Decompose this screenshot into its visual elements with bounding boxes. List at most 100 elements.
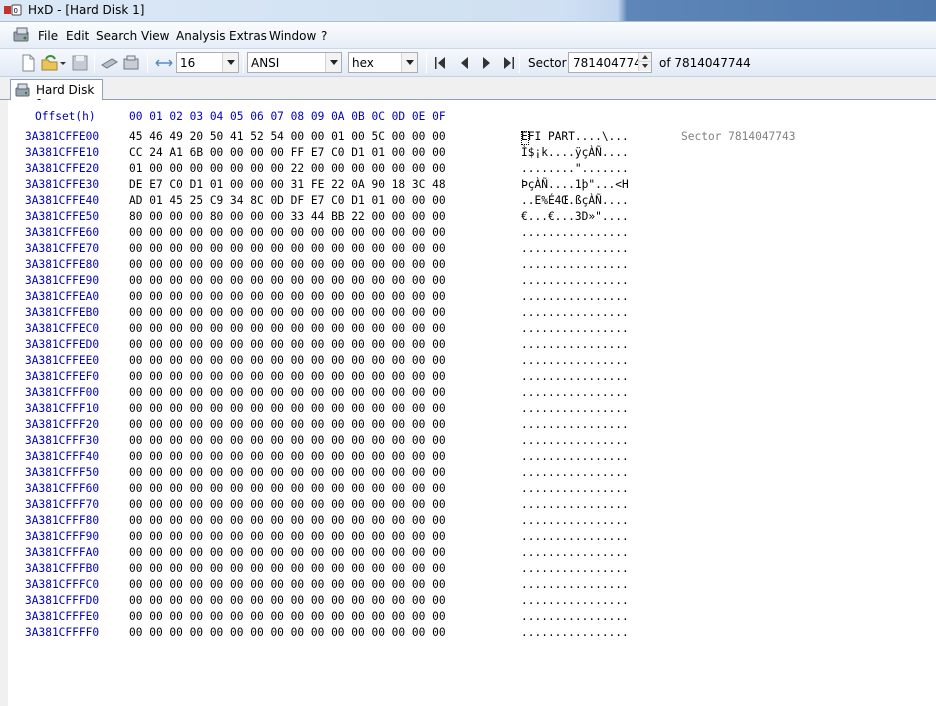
row-text[interactable]: ................ xyxy=(521,514,629,527)
open-dropdown-icon[interactable] xyxy=(58,53,68,73)
row-text[interactable]: ................ xyxy=(521,290,629,303)
offset-base-select[interactable]: hex xyxy=(348,52,418,73)
row-hex-bytes[interactable]: 00 00 00 00 00 00 00 00 00 00 00 00 00 0… xyxy=(129,306,446,319)
row-text[interactable]: ................ xyxy=(521,530,629,543)
hex-row[interactable]: 3A381CFFFF0 00 00 00 00 00 00 00 00 00 00… xyxy=(0,626,700,642)
row-text[interactable]: ................ xyxy=(521,466,629,479)
row-hex-bytes[interactable]: 00 00 00 00 00 00 00 00 00 00 00 00 00 0… xyxy=(129,242,446,255)
row-hex-bytes[interactable]: 00 00 00 00 00 00 00 00 00 00 00 00 00 0… xyxy=(129,530,446,543)
hex-row[interactable]: 3A381CFFF20 00 00 00 00 00 00 00 00 00 00… xyxy=(0,418,700,434)
row-hex-bytes[interactable]: 00 00 00 00 00 00 00 00 00 00 00 00 00 0… xyxy=(129,322,446,335)
open-disk-icon[interactable] xyxy=(99,53,119,73)
hex-row[interactable]: 3A381CFFFD0 00 00 00 00 00 00 00 00 00 00… xyxy=(0,594,700,610)
hex-row[interactable]: 3A381CFFEA0 00 00 00 00 00 00 00 00 00 00… xyxy=(0,290,700,306)
row-hex-bytes[interactable]: AD 01 45 25 C9 34 8C 0D DF E7 C0 D1 01 0… xyxy=(129,194,446,207)
row-hex-bytes[interactable]: 00 00 00 00 00 00 00 00 00 00 00 00 00 0… xyxy=(129,610,446,623)
row-hex-bytes[interactable]: 00 00 00 00 00 00 00 00 00 00 00 00 00 0… xyxy=(129,626,446,639)
row-text[interactable]: ................ xyxy=(521,450,629,463)
row-hex-bytes[interactable]: 00 00 00 00 00 00 00 00 00 00 00 00 00 0… xyxy=(129,578,446,591)
row-offset[interactable]: 3A381CFFFC0 xyxy=(25,578,99,591)
row-offset[interactable]: 3A381CFFFF0 xyxy=(25,626,99,639)
row-text[interactable]: ................ xyxy=(521,258,629,271)
row-text[interactable]: ÞçÀÑ....1þ"...<H xyxy=(521,178,629,191)
row-hex-bytes[interactable]: 45 46 49 20 50 41 52 54 00 00 01 00 5C 0… xyxy=(129,130,446,143)
hex-row[interactable]: 3A381CFFE40 AD 01 45 25 C9 34 8C 0D DF E7… xyxy=(0,194,700,210)
last-sector-icon[interactable] xyxy=(502,55,516,71)
hex-row[interactable]: 3A381CFFF30 00 00 00 00 00 00 00 00 00 00… xyxy=(0,434,700,450)
hex-row[interactable]: 3A381CFFEE0 00 00 00 00 00 00 00 00 00 00… xyxy=(0,354,700,370)
disk-document-icon[interactable] xyxy=(12,26,32,44)
row-offset[interactable]: 3A381CFFE80 xyxy=(25,258,99,271)
row-hex-bytes[interactable]: 00 00 00 00 00 00 00 00 00 00 00 00 00 0… xyxy=(129,482,446,495)
save-icon[interactable] xyxy=(70,53,90,73)
row-text[interactable]: ................ xyxy=(521,434,629,447)
hex-row[interactable]: 3A381CFFF40 00 00 00 00 00 00 00 00 00 00… xyxy=(0,450,700,466)
new-file-icon[interactable] xyxy=(18,53,38,73)
hex-row[interactable]: 3A381CFFE70 00 00 00 00 00 00 00 00 00 00… xyxy=(0,242,700,258)
title-bar[interactable]: 0 HxD - [Hard Disk 1] xyxy=(0,0,936,22)
row-offset[interactable]: 3A381CFFEF0 xyxy=(25,370,99,383)
row-offset[interactable]: 3A381CFFE40 xyxy=(25,194,99,207)
menu-edit[interactable]: Edit xyxy=(66,29,89,43)
row-offset[interactable]: 3A381CFFF30 xyxy=(25,434,99,447)
menu-file[interactable]: File xyxy=(38,29,58,43)
row-text[interactable]: Ì$¡k....ÿçÀÑ.... xyxy=(521,146,629,159)
row-hex-bytes[interactable]: 00 00 00 00 00 00 00 00 00 00 00 00 00 0… xyxy=(129,258,446,271)
row-hex-bytes[interactable]: 00 00 00 00 00 00 00 00 00 00 00 00 00 0… xyxy=(129,402,446,415)
row-hex-bytes[interactable]: 00 00 00 00 00 00 00 00 00 00 00 00 00 0… xyxy=(129,226,446,239)
hex-row[interactable]: 3A381CFFF00 00 00 00 00 00 00 00 00 00 00… xyxy=(0,386,700,402)
row-text[interactable]: ................ xyxy=(521,418,629,431)
row-hex-bytes[interactable]: 00 00 00 00 00 00 00 00 00 00 00 00 00 0… xyxy=(129,466,446,479)
row-offset[interactable]: 3A381CFFFA0 xyxy=(25,546,99,559)
hex-row[interactable]: 3A381CFFF70 00 00 00 00 00 00 00 00 00 00… xyxy=(0,498,700,514)
hex-row[interactable]: 3A381CFFE30 DE E7 C0 D1 01 00 00 00 31 FE… xyxy=(0,178,700,194)
hex-row[interactable]: 3A381CFFE90 00 00 00 00 00 00 00 00 00 00… xyxy=(0,274,700,290)
hex-row[interactable]: 3A381CFFEC0 00 00 00 00 00 00 00 00 00 00… xyxy=(0,322,700,338)
row-hex-bytes[interactable]: 00 00 00 00 00 00 00 00 00 00 00 00 00 0… xyxy=(129,434,446,447)
hex-row[interactable]: 3A381CFFF60 00 00 00 00 00 00 00 00 00 00… xyxy=(0,482,700,498)
row-hex-bytes[interactable]: 00 00 00 00 00 00 00 00 00 00 00 00 00 0… xyxy=(129,274,446,287)
menu-window[interactable]: Window xyxy=(269,29,316,43)
row-hex-bytes[interactable]: 00 00 00 00 00 00 00 00 00 00 00 00 00 0… xyxy=(129,498,446,511)
hex-row[interactable]: 3A381CFFFB0 00 00 00 00 00 00 00 00 00 00… xyxy=(0,562,700,578)
row-offset[interactable]: 3A381CFFEE0 xyxy=(25,354,99,367)
row-offset[interactable]: 3A381CFFF10 xyxy=(25,402,99,415)
row-hex-bytes[interactable]: 00 00 00 00 00 00 00 00 00 00 00 00 00 0… xyxy=(129,386,446,399)
row-text[interactable]: ................ xyxy=(521,626,629,639)
row-text[interactable]: EFI PART....\... xyxy=(521,130,629,143)
open-file-icon[interactable] xyxy=(40,53,60,73)
spin-down-icon[interactable] xyxy=(638,62,651,71)
tab-hard-disk-1[interactable]: Hard Disk 1 xyxy=(10,79,103,111)
hex-row[interactable]: 3A381CFFED0 00 00 00 00 00 00 00 00 00 00… xyxy=(0,338,700,354)
chevron-down-icon[interactable] xyxy=(401,53,417,72)
row-hex-bytes[interactable]: 00 00 00 00 00 00 00 00 00 00 00 00 00 0… xyxy=(129,450,446,463)
row-hex-bytes[interactable]: 00 00 00 00 00 00 00 00 00 00 00 00 00 0… xyxy=(129,338,446,351)
hex-row[interactable]: 3A381CFFEF0 00 00 00 00 00 00 00 00 00 00… xyxy=(0,370,700,386)
row-offset[interactable]: 3A381CFFF60 xyxy=(25,482,99,495)
hex-row[interactable]: 3A381CFFE80 00 00 00 00 00 00 00 00 00 00… xyxy=(0,258,700,274)
chevron-down-icon[interactable] xyxy=(222,53,238,72)
hex-row[interactable]: 3A381CFFF90 00 00 00 00 00 00 00 00 00 00… xyxy=(0,530,700,546)
row-hex-bytes[interactable]: 01 00 00 00 00 00 00 00 22 00 00 00 00 0… xyxy=(129,162,446,175)
row-text[interactable]: ................ xyxy=(521,370,629,383)
row-offset[interactable]: 3A381CFFFE0 xyxy=(25,610,99,623)
row-hex-bytes[interactable]: 00 00 00 00 00 00 00 00 00 00 00 00 00 0… xyxy=(129,514,446,527)
row-text[interactable]: €...€...3D»".... xyxy=(521,210,629,223)
row-hex-bytes[interactable]: 00 00 00 00 00 00 00 00 00 00 00 00 00 0… xyxy=(129,370,446,383)
row-text[interactable]: ................ xyxy=(521,562,629,575)
open-ram-icon[interactable] xyxy=(121,53,141,73)
row-offset[interactable]: 3A381CFFF90 xyxy=(25,530,99,543)
row-hex-bytes[interactable]: 00 00 00 00 00 00 00 00 00 00 00 00 00 0… xyxy=(129,594,446,607)
row-offset[interactable]: 3A381CFFF70 xyxy=(25,498,99,511)
row-offset[interactable]: 3A381CFFE30 xyxy=(25,178,99,191)
row-offset[interactable]: 3A381CFFEB0 xyxy=(25,306,99,319)
row-offset[interactable]: 3A381CFFFB0 xyxy=(25,562,99,575)
row-text[interactable]: ................ xyxy=(521,578,629,591)
previous-sector-icon[interactable] xyxy=(457,55,471,71)
hex-row[interactable]: 3A381CFFE50 80 00 00 00 80 00 00 00 33 44… xyxy=(0,210,700,226)
row-offset[interactable]: 3A381CFFEC0 xyxy=(25,322,99,335)
row-offset[interactable]: 3A381CFFE10 xyxy=(25,146,99,159)
row-offset[interactable]: 3A381CFFF80 xyxy=(25,514,99,527)
row-hex-bytes[interactable]: 00 00 00 00 00 00 00 00 00 00 00 00 00 0… xyxy=(129,546,446,559)
next-sector-icon[interactable] xyxy=(480,55,494,71)
